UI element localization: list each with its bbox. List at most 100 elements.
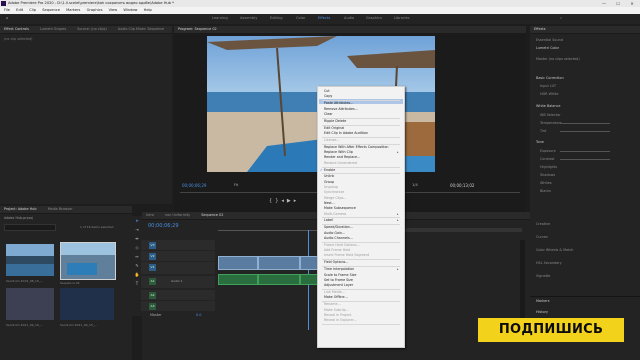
context-menu-item[interactable]: Unlink xyxy=(324,174,334,178)
context-menu-item[interactable]: Clear xyxy=(324,112,333,116)
video-clip[interactable] xyxy=(218,256,258,270)
workspace-effects[interactable]: Effects xyxy=(318,16,330,20)
track-target-a1[interactable]: A1 xyxy=(149,278,156,285)
tone-row[interactable]: Tone xyxy=(536,140,544,144)
selection-tool-icon[interactable]: ➤ xyxy=(134,218,140,224)
search-icon[interactable]: ⌕ xyxy=(560,16,562,20)
subscribe-banner[interactable]: ПОДПИШИСЬ xyxy=(478,318,624,342)
creative-row[interactable]: Creative xyxy=(536,222,550,226)
context-menu-item[interactable]: Enable xyxy=(324,168,335,172)
curves-row[interactable]: Curves xyxy=(536,235,548,239)
step-forward-button[interactable]: ▸ xyxy=(294,198,300,204)
markers-panel-tab[interactable]: Markers xyxy=(536,299,550,303)
track-select-tool-icon[interactable]: ⇥ xyxy=(134,227,140,233)
tab-source[interactable]: Source: (no clips) xyxy=(77,27,106,31)
context-menu-item[interactable]: Remove Attributes... xyxy=(324,107,358,111)
context-menu-item[interactable]: Audio Gain... xyxy=(324,231,345,235)
close-button[interactable]: ✕ xyxy=(625,0,639,7)
menu-markers[interactable]: Markers xyxy=(66,8,80,12)
tint-row[interactable]: Tint xyxy=(540,129,546,133)
workspace-audio[interactable]: Audio xyxy=(344,16,354,20)
context-menu-item[interactable]: Label xyxy=(324,218,333,222)
tab-non-uniformity[interactable]: non Uniformity xyxy=(165,213,190,217)
context-menu-item[interactable]: Nest... xyxy=(324,201,335,205)
context-menu-item[interactable]: Make Subsequence xyxy=(324,206,356,210)
vignette-row[interactable]: Vignette xyxy=(536,274,550,278)
context-menu-item[interactable]: Copy xyxy=(324,94,332,98)
context-menu-item[interactable]: Edit Clip In Adobe Audition xyxy=(324,131,368,135)
blacks-row[interactable]: Blacks xyxy=(540,189,551,193)
exposure-slider[interactable] xyxy=(560,151,610,152)
shadows-row[interactable]: Shadows xyxy=(540,173,555,177)
menu-file[interactable]: File xyxy=(4,8,10,12)
lumetri-color-row[interactable]: Lumetri Color xyxy=(536,46,559,50)
context-menu-item[interactable]: Scale to Frame Size xyxy=(324,273,356,277)
timeline-timecode[interactable]: 00;00;06;29 xyxy=(148,223,179,229)
ripple-edit-tool-icon[interactable]: ⇹ xyxy=(134,236,140,242)
menu-graphics[interactable]: Graphics xyxy=(87,8,103,12)
context-menu-item[interactable]: Render and Replace... xyxy=(324,155,360,159)
program-timecode[interactable]: 00;00;06;29 xyxy=(182,183,206,188)
context-menu-item[interactable]: Speed/Duration... xyxy=(324,225,353,229)
maximize-button[interactable]: ☐ xyxy=(611,0,625,7)
essential-sound-row[interactable]: Essential Sound xyxy=(536,38,563,42)
effects-panel-title[interactable]: Effects xyxy=(534,27,546,31)
audio-clip[interactable] xyxy=(258,274,300,285)
type-tool-icon[interactable]: T xyxy=(134,281,140,287)
basic-correction-row[interactable]: Basic Correction xyxy=(536,76,564,80)
play-button[interactable]: ▶ xyxy=(287,198,294,204)
tab-media-browser[interactable]: Media Browser xyxy=(48,207,73,211)
wb-selector-row[interactable]: WB Selector xyxy=(540,113,561,117)
program-title[interactable]: Program: Sequence 02 xyxy=(178,27,217,31)
project-thumbnail[interactable] xyxy=(6,288,54,320)
input-lut-row[interactable]: Input LUT xyxy=(540,84,556,88)
context-menu-item[interactable]: Replace With After Effects Composition xyxy=(324,145,388,149)
track-target-v1[interactable]: V1 xyxy=(149,264,156,271)
context-menu-item[interactable]: Paste Attributes... xyxy=(324,101,353,105)
history-panel-tab[interactable]: History xyxy=(536,310,548,314)
resolution-select[interactable]: 1/4 xyxy=(412,183,418,187)
tab-sequence-02[interactable]: Sequence 02 xyxy=(201,213,223,217)
track-target-a2[interactable]: A2 xyxy=(149,292,156,299)
track-target-v2[interactable]: V2 xyxy=(149,253,156,260)
temperature-row[interactable]: Temperature xyxy=(540,121,561,125)
tab-project[interactable]: Project: Adobe Hub xyxy=(4,207,36,211)
tab-audio-clip-mixer[interactable]: Audio Clip Mixer: Sequence xyxy=(118,27,164,31)
menu-edit[interactable]: Edit xyxy=(16,8,23,12)
context-menu-item[interactable]: Audio Channels... xyxy=(324,236,353,240)
context-menu-item[interactable]: Make Offline... xyxy=(324,295,348,299)
context-menu-item[interactable]: Edit Original xyxy=(324,126,344,130)
workspace-graphics[interactable]: Graphics xyxy=(366,16,382,20)
hdr-white-row[interactable]: HDR White xyxy=(540,92,558,96)
hand-tool-icon[interactable]: ✋ xyxy=(134,272,140,278)
context-menu-item[interactable]: Set to Frame Size xyxy=(324,278,353,282)
track-target-v3[interactable]: V3 xyxy=(149,242,156,249)
context-menu-item[interactable]: Ripple Delete xyxy=(324,119,346,123)
whites-row[interactable]: Whites xyxy=(540,181,552,185)
workspace-color[interactable]: Color xyxy=(296,16,305,20)
workspace-libraries[interactable]: Libraries xyxy=(394,16,410,20)
master-volume[interactable]: 0.0 xyxy=(196,313,201,317)
context-menu-item[interactable]: Adjustment Layer xyxy=(324,283,353,287)
project-thumbnail[interactable] xyxy=(6,244,54,276)
tab-intro[interactable]: Intro xyxy=(146,213,154,217)
menu-window[interactable]: Window xyxy=(123,8,137,12)
minimize-button[interactable]: — xyxy=(597,0,611,7)
highlights-row[interactable]: Highlights xyxy=(540,165,557,169)
video-clip[interactable] xyxy=(258,256,300,270)
razor-tool-icon[interactable]: ◇ xyxy=(134,245,140,251)
contrast-slider[interactable] xyxy=(560,159,610,160)
contrast-row[interactable]: Contrast xyxy=(540,157,555,161)
color-wheels-row[interactable]: Color Wheels & Match xyxy=(536,248,573,252)
temperature-slider[interactable] xyxy=(560,123,610,124)
project-thumbnail-selected[interactable] xyxy=(60,242,116,280)
workspace-editing[interactable]: Editing xyxy=(270,16,283,20)
context-menu-item[interactable]: Time Interpolation xyxy=(324,267,354,271)
workspace-learning[interactable]: Learning xyxy=(212,16,228,20)
context-menu-item[interactable]: Replace With Clip xyxy=(324,150,353,154)
menu-help[interactable]: Help xyxy=(144,8,152,12)
project-search-input[interactable] xyxy=(4,224,56,231)
tab-effect-controls[interactable]: Effect Controls xyxy=(4,27,29,31)
context-menu-item[interactable]: Cut xyxy=(324,89,330,93)
tab-lumetri-scopes[interactable]: Lumetri Scopes xyxy=(40,27,66,31)
